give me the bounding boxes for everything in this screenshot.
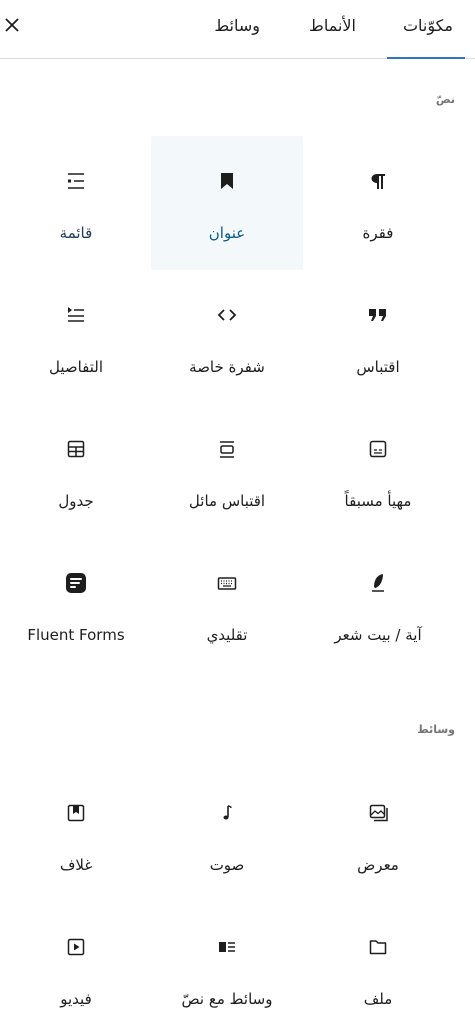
section-title-media: وسائط [417,723,455,736]
block-table[interactable]: جدول [0,404,152,538]
block-cover[interactable]: غلاف [0,768,152,902]
block-media-text[interactable]: وسائط مع نصّ [151,902,303,1036]
verse-icon [372,574,384,592]
block-label: تقليدي [206,626,248,644]
block-classic[interactable]: تقليدي [151,538,303,672]
block-label: آية / بيت شعر [334,626,422,644]
close-icon [5,18,19,32]
block-shortcode[interactable]: شفرة خاصة [151,270,303,404]
block-label: غلاف [59,856,93,874]
keyboard-icon [217,577,237,590]
block-file[interactable]: ملف [302,902,454,1036]
block-quote[interactable]: اقتباس [302,270,454,404]
block-label: مهيأ مسبقاً [344,492,412,510]
block-label: وسائط مع نصّ [181,990,273,1008]
block-label: فقرة [362,224,394,242]
block-list[interactable]: قائمة [0,136,152,270]
block-label: شفرة خاصة [189,358,265,376]
block-label: اقتباس [356,358,400,376]
block-verse[interactable]: آية / بيت شعر [302,538,454,672]
inserter-tabs-bar: مكوّنات الأنماط وسائط [0,0,475,59]
block-preformatted[interactable]: مهيأ مسبقاً [302,404,454,538]
fluent-forms-icon [66,573,86,593]
close-button[interactable] [0,8,24,42]
quote-icon [369,309,386,321]
cover-icon [67,804,85,822]
gallery-icon [369,804,388,822]
paragraph-icon [371,174,385,189]
video-icon [67,938,85,956]
block-pullquote[interactable]: اقتباس مائل [151,404,303,538]
block-label: صوت [209,856,245,874]
block-label: اقتباس مائل [188,492,266,510]
heading-icon [221,173,233,189]
media-text-icon [219,942,235,952]
block-label: معرض [357,856,399,874]
preformatted-icon [369,440,387,458]
block-label: عنوان [208,224,246,242]
section-title-text: نصّ [435,93,455,106]
block-label: Fluent Forms [27,626,125,644]
table-icon [67,440,85,458]
block-label: ملف [363,990,393,1008]
details-icon [68,307,84,322]
block-gallery[interactable]: معرض [302,768,454,902]
block-label: التفاصيل [48,358,104,376]
block-video[interactable]: فيديو [0,902,152,1036]
audio-icon [223,805,232,820]
code-icon [217,309,237,321]
block-details[interactable]: التفاصيل [0,270,152,404]
tab-media[interactable]: وسائط [214,0,260,58]
tab-patterns[interactable]: الأنماط [309,0,356,58]
block-fluent-forms[interactable]: Fluent Forms [0,538,152,672]
pullquote-icon [220,441,234,458]
file-icon [369,940,387,955]
tab-blocks[interactable]: مكوّنات [386,0,466,59]
block-paragraph[interactable]: فقرة [302,136,454,270]
block-label: قائمة [59,224,93,242]
block-heading[interactable]: عنوان [151,136,303,270]
block-label: جدول [58,492,94,510]
block-label: فيديو [60,990,92,1008]
list-icon [68,173,84,189]
block-audio[interactable]: صوت [151,768,303,902]
